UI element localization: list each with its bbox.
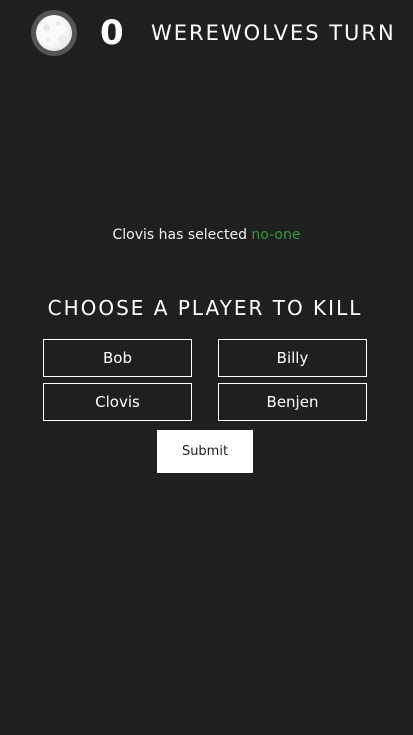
game-header: 0 WEREWOLVES TURN <box>0 0 413 66</box>
player-button-benjen[interactable]: Benjen <box>218 383 367 421</box>
selector-name: Clovis <box>112 227 155 243</box>
player-button-bob[interactable]: Bob <box>43 339 192 377</box>
submit-button[interactable]: Submit <box>157 430 253 473</box>
turn-title: WEREWOLVES TURN <box>151 21 396 45</box>
choose-player-heading: CHOOSE A PLAYER TO KILL <box>47 296 363 320</box>
round-counter: 0 <box>100 13 124 53</box>
player-button-clovis[interactable]: Clovis <box>43 383 192 421</box>
player-button-billy[interactable]: Billy <box>218 339 367 377</box>
full-moon-icon <box>31 10 77 56</box>
selected-target: no-one <box>251 227 301 243</box>
selection-status: Clovis has selected no-one <box>0 225 413 245</box>
selection-text: has selected <box>158 227 247 243</box>
